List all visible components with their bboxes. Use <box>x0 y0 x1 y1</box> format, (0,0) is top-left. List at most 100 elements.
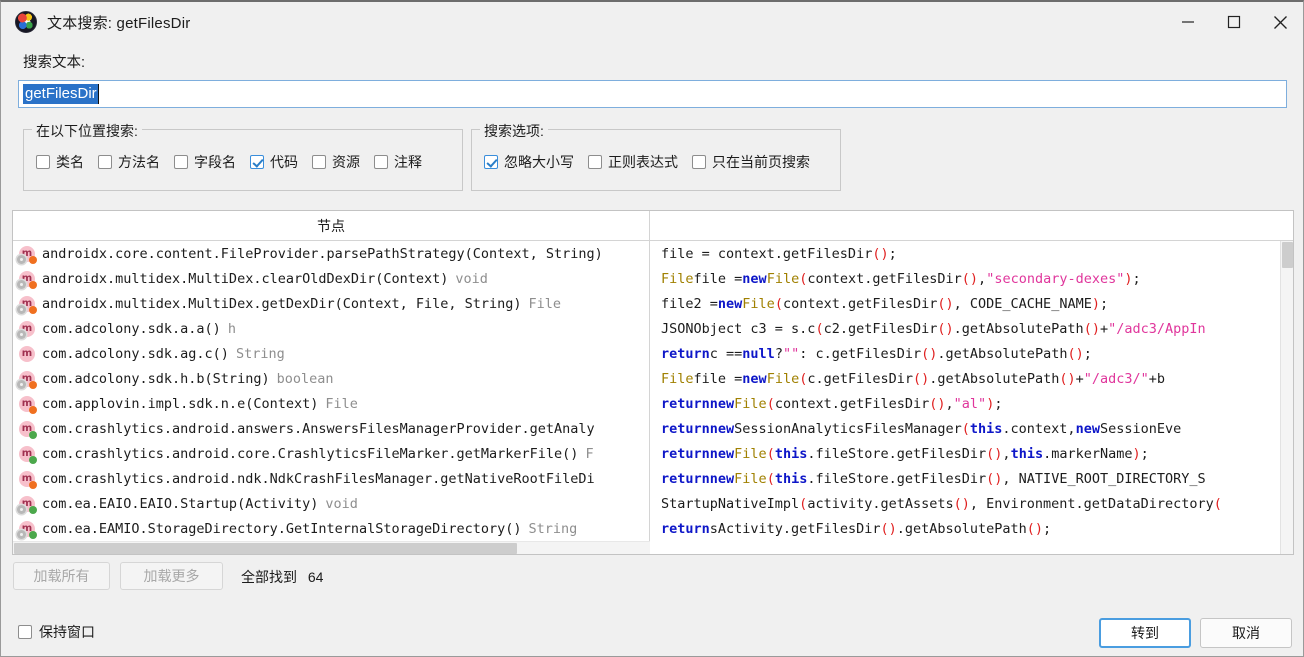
goto-button[interactable]: 转到 <box>1099 618 1191 648</box>
keep-window-box[interactable] <box>18 625 32 639</box>
code-token-kw: this <box>774 470 808 487</box>
code-token-plain: .getAbsolutePath <box>953 320 1084 337</box>
code-token-plain: , Environment.getDataDirectory <box>969 495 1214 512</box>
checkbox-checked-icon[interactable] <box>484 155 498 169</box>
code-row[interactable]: File file = new File(context.getFilesDir… <box>651 266 1280 291</box>
code-token-str: "" <box>782 345 800 362</box>
search-location-checkbox-5[interactable]: 注释 <box>374 152 422 172</box>
code-token-plain: , <box>1002 445 1011 462</box>
table-row[interactable]: m com.applovin.impl.sdk.n.e(Context) File <box>13 391 649 416</box>
table-row[interactable]: m com.adcolony.sdk.ag.c() String <box>13 341 649 366</box>
checkbox-icon[interactable] <box>36 155 50 169</box>
code-row[interactable]: return new SessionAnalyticsFilesManager(… <box>651 416 1280 441</box>
code-token-type: File <box>734 445 767 462</box>
node-return-type: String <box>528 520 578 537</box>
checkbox-icon[interactable] <box>692 155 706 169</box>
method-icon-green: m <box>18 420 37 439</box>
table-row[interactable]: m com.adcolony.sdk.a.a() h <box>13 316 649 341</box>
code-token-paren: ( <box>766 470 775 487</box>
code-token-paren: () <box>880 520 897 537</box>
table-row[interactable]: m androidx.multidex.MultiDex.clearOldDexD… <box>13 266 649 291</box>
table-row[interactable]: m com.crashlytics.android.core.Crashlytic… <box>13 441 649 466</box>
code-row[interactable]: return c == null ? "" : c.getFilesDir().… <box>651 341 1280 366</box>
search-option-checkbox-label: 只在当前页搜索 <box>712 154 810 170</box>
search-input[interactable]: getFilesDir <box>18 80 1287 108</box>
code-row[interactable]: StartupNativeImpl(activity.getAssets(), … <box>651 491 1280 516</box>
checkbox-icon[interactable] <box>98 155 112 169</box>
code-token-paren: ) <box>1124 270 1133 287</box>
code-token-paren: () <box>1067 345 1084 362</box>
results-vertical-scrollbar[interactable] <box>1280 241 1293 554</box>
close-icon[interactable] <box>1257 2 1303 42</box>
search-location-checkbox-3[interactable]: 代码 <box>250 152 298 172</box>
search-option-checkbox-1[interactable]: 正则表达式 <box>588 152 678 172</box>
code-token-paren: ) <box>986 395 995 412</box>
method-icon-gear-green: m <box>17 520 37 539</box>
table-row[interactable]: m androidx.multidex.MultiDex.getDexDir(Co… <box>13 291 649 316</box>
results-horizontal-scrollbar[interactable] <box>13 541 650 554</box>
code-row[interactable]: return new File(this .fileStore.getFilesD… <box>651 441 1280 466</box>
checkbox-icon[interactable] <box>374 155 388 169</box>
search-option-checkbox-label: 忽略大小写 <box>504 154 574 170</box>
access-dot-orange-icon <box>29 380 37 389</box>
table-row[interactable]: m com.adcolony.sdk.h.b(String) boolean <box>13 366 649 391</box>
search-location-checkbox-2[interactable]: 字段名 <box>174 152 236 172</box>
code-row[interactable]: return new File(this .fileStore.getFilesD… <box>651 466 1280 491</box>
code-row[interactable]: return sActivity.getFilesDir() .getAbsolu… <box>651 516 1280 541</box>
code-token-paren: () <box>986 445 1003 462</box>
search-location-checkbox-0[interactable]: 类名 <box>36 152 84 172</box>
keep-window-checkbox[interactable]: 保持窗口 <box>18 622 95 642</box>
checkbox-icon[interactable] <box>174 155 188 169</box>
gear-icon <box>17 504 26 514</box>
code-row[interactable]: return new File(context.getFilesDir(), "… <box>651 391 1280 416</box>
code-token-paren: ( <box>815 320 824 337</box>
code-token-plain: SessionAnalyticsFilesManager <box>734 420 962 437</box>
node-signature: com.ea.EAMIO.StorageDirectory.GetInterna… <box>42 520 522 537</box>
code-token-plain: ; <box>1043 520 1052 537</box>
results-node-column[interactable]: m androidx.core.content.FileProvider.pars… <box>13 241 650 554</box>
code-row[interactable]: file = context.getFilesDir(); <box>651 241 1280 266</box>
code-row[interactable]: JSONObject c3 = s.c(c2.getFilesDir() .get… <box>651 316 1280 341</box>
checkbox-checked-icon[interactable] <box>250 155 264 169</box>
minimize-icon[interactable] <box>1165 2 1211 42</box>
access-dot-orange-icon <box>29 405 37 414</box>
code-token-plain: StartupNativeImpl <box>661 495 800 512</box>
search-text-label: 搜索文本: <box>23 55 86 71</box>
search-location-checkbox-1[interactable]: 方法名 <box>98 152 160 172</box>
code-token-kw: new <box>709 420 735 437</box>
checkbox-icon[interactable] <box>312 155 326 169</box>
code-token-paren: () <box>872 245 889 262</box>
table-row[interactable]: m com.ea.EAMIO.StorageDirectory.GetIntern… <box>13 516 649 541</box>
code-token-plain: ; <box>1083 345 1092 362</box>
table-row[interactable]: m androidx.core.content.FileProvider.pars… <box>13 241 649 266</box>
column-header-code[interactable] <box>651 211 1293 240</box>
code-token-kw: return <box>661 470 710 487</box>
code-token-plain: , NATIVE_ROOT_DIRECTORY_ <box>1002 470 1198 487</box>
node-signature: com.crashlytics.android.answers.AnswersF… <box>42 420 595 437</box>
found-label: 全部找到 <box>241 569 297 585</box>
load-more-button[interactable]: 加载更多 <box>120 562 223 590</box>
results-hscroll-thumb[interactable] <box>14 543 517 554</box>
table-row[interactable]: m com.crashlytics.android.ndk.NdkCrashFil… <box>13 466 649 491</box>
table-row[interactable]: m com.ea.EAIO.EAIO.Startup(Activity) void <box>13 491 649 516</box>
code-token-kw: new <box>742 370 767 387</box>
results-vscroll-thumb[interactable] <box>1282 242 1293 268</box>
code-token-type: File <box>766 270 800 287</box>
search-option-checkbox-2[interactable]: 只在当前页搜索 <box>692 152 810 172</box>
search-location-checkbox-4[interactable]: 资源 <box>312 152 360 172</box>
table-row[interactable]: m com.crashlytics.android.answers.Answers… <box>13 416 649 441</box>
checkbox-icon[interactable] <box>588 155 602 169</box>
search-option-checkbox-0[interactable]: 忽略大小写 <box>484 152 574 172</box>
code-token-kw: null <box>742 345 775 362</box>
column-header-node[interactable]: 节点 <box>13 211 650 240</box>
cancel-button[interactable]: 取消 <box>1200 618 1292 648</box>
load-all-button[interactable]: 加载所有 <box>13 562 110 590</box>
code-token-type: File <box>742 295 775 312</box>
code-token-plain: JSONObject c3 = s.c <box>661 320 816 337</box>
code-row[interactable]: file2 = new File(context.getFilesDir(), … <box>651 291 1280 316</box>
code-row[interactable]: File file = new File(c.getFilesDir() .get… <box>651 366 1280 391</box>
code-token-paren: ( <box>961 420 970 437</box>
code-token-kw: return <box>661 420 710 437</box>
maximize-icon[interactable] <box>1211 2 1257 42</box>
results-code-column[interactable]: file = context.getFilesDir(); File file =… <box>651 241 1280 554</box>
